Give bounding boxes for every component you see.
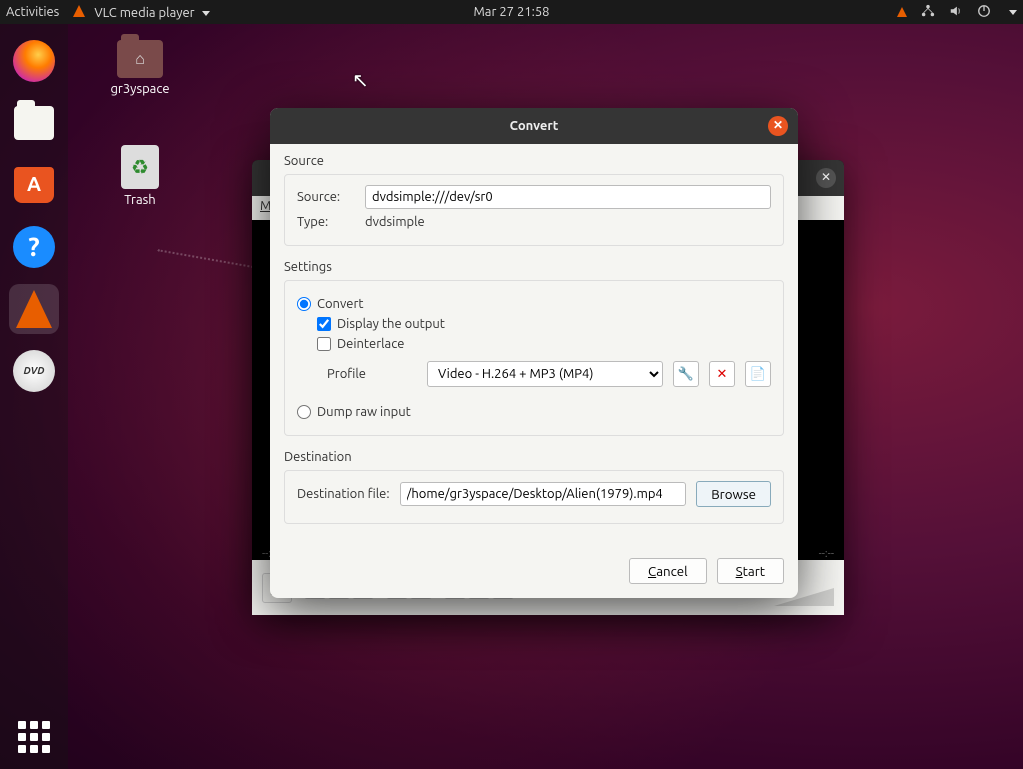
new-icon: 📄 bbox=[750, 367, 766, 382]
desktop-home-folder[interactable]: ⌂ gr3yspace bbox=[100, 40, 180, 96]
profile-edit-button[interactable]: 🔧 bbox=[673, 361, 699, 387]
vlc-icon bbox=[16, 290, 52, 328]
files-icon bbox=[14, 106, 54, 140]
power-icon[interactable] bbox=[977, 4, 991, 21]
system-menu-chevron-icon[interactable] bbox=[1009, 10, 1017, 15]
folder-icon: ⌂ bbox=[117, 40, 163, 78]
source-input[interactable] bbox=[365, 185, 771, 209]
settings-section-label: Settings bbox=[284, 260, 784, 274]
dock: ? bbox=[0, 24, 68, 769]
convert-radio-input[interactable] bbox=[297, 297, 311, 311]
clock[interactable]: Mar 27 21:58 bbox=[473, 5, 549, 19]
start-button[interactable]: Start bbox=[717, 558, 784, 584]
destination-label: Destination file: bbox=[297, 487, 390, 501]
deinterlace-label: Deinterlace bbox=[337, 337, 404, 351]
dock-vlc[interactable] bbox=[9, 284, 59, 334]
help-icon: ? bbox=[13, 226, 55, 268]
deinterlace-input[interactable] bbox=[317, 337, 331, 351]
vlc-tray-icon[interactable] bbox=[897, 7, 907, 17]
vlc-close-button[interactable]: ✕ bbox=[816, 168, 836, 188]
convert-radio[interactable]: Convert bbox=[297, 297, 771, 311]
cancel-button[interactable]: Cancel bbox=[629, 558, 707, 584]
convert-dialog: Convert ✕ Source Source: Type: dvdsimple… bbox=[270, 108, 798, 598]
desktop-trash[interactable]: Trash bbox=[100, 145, 180, 207]
display-output-input[interactable] bbox=[317, 317, 331, 331]
type-label: Type: bbox=[297, 215, 355, 229]
dock-files[interactable] bbox=[9, 98, 59, 148]
dump-radio[interactable]: Dump raw input bbox=[297, 405, 771, 419]
dvd-icon bbox=[13, 350, 55, 392]
activities-button[interactable]: Activities bbox=[6, 5, 59, 19]
deinterlace-checkbox[interactable]: Deinterlace bbox=[317, 337, 771, 351]
profile-new-button[interactable]: 📄 bbox=[745, 361, 771, 387]
firefox-icon bbox=[13, 40, 55, 82]
trash-icon bbox=[121, 145, 159, 189]
home-icon: ⌂ bbox=[117, 40, 163, 78]
dialog-close-button[interactable]: ✕ bbox=[768, 116, 788, 136]
time-total: --:-- bbox=[819, 548, 834, 560]
chevron-down-icon bbox=[202, 11, 210, 16]
top-bar: Activities VLC media player Mar 27 21:58 bbox=[0, 0, 1023, 24]
desktop-home-label: gr3yspace bbox=[100, 82, 180, 96]
app-menu[interactable]: VLC media player bbox=[73, 5, 209, 20]
desktop-trash-label: Trash bbox=[100, 193, 180, 207]
destination-input[interactable] bbox=[400, 482, 687, 506]
dock-firefox[interactable] bbox=[9, 36, 59, 86]
dialog-title: Convert bbox=[510, 119, 559, 133]
dialog-titlebar[interactable]: Convert ✕ bbox=[270, 108, 798, 144]
convert-radio-label: Convert bbox=[317, 297, 364, 311]
volume-icon[interactable] bbox=[949, 4, 963, 21]
profile-label: Profile bbox=[327, 367, 417, 381]
app-menu-label: VLC media player bbox=[94, 6, 194, 20]
show-applications-button[interactable] bbox=[0, 721, 68, 753]
dock-dvd[interactable] bbox=[9, 346, 59, 396]
profile-select[interactable]: Video - H.264 + MP3 (MP4) bbox=[427, 361, 663, 387]
browse-button[interactable]: Browse bbox=[696, 481, 771, 507]
source-section-label: Source bbox=[284, 154, 784, 168]
display-output-checkbox[interactable]: Display the output bbox=[317, 317, 771, 331]
dock-help[interactable]: ? bbox=[9, 222, 59, 272]
destination-section-label: Destination bbox=[284, 450, 784, 464]
dock-software[interactable] bbox=[9, 160, 59, 210]
dump-radio-label: Dump raw input bbox=[317, 405, 411, 419]
network-icon[interactable] bbox=[921, 4, 935, 21]
delete-icon: ✕ bbox=[717, 367, 728, 382]
vlc-cone-icon bbox=[73, 5, 85, 17]
software-icon bbox=[14, 167, 54, 203]
wrench-icon: 🔧 bbox=[678, 367, 694, 382]
source-label: Source: bbox=[297, 190, 355, 204]
type-value: dvdsimple bbox=[365, 215, 425, 229]
display-output-label: Display the output bbox=[337, 317, 445, 331]
dump-radio-input[interactable] bbox=[297, 405, 311, 419]
profile-delete-button[interactable]: ✕ bbox=[709, 361, 735, 387]
